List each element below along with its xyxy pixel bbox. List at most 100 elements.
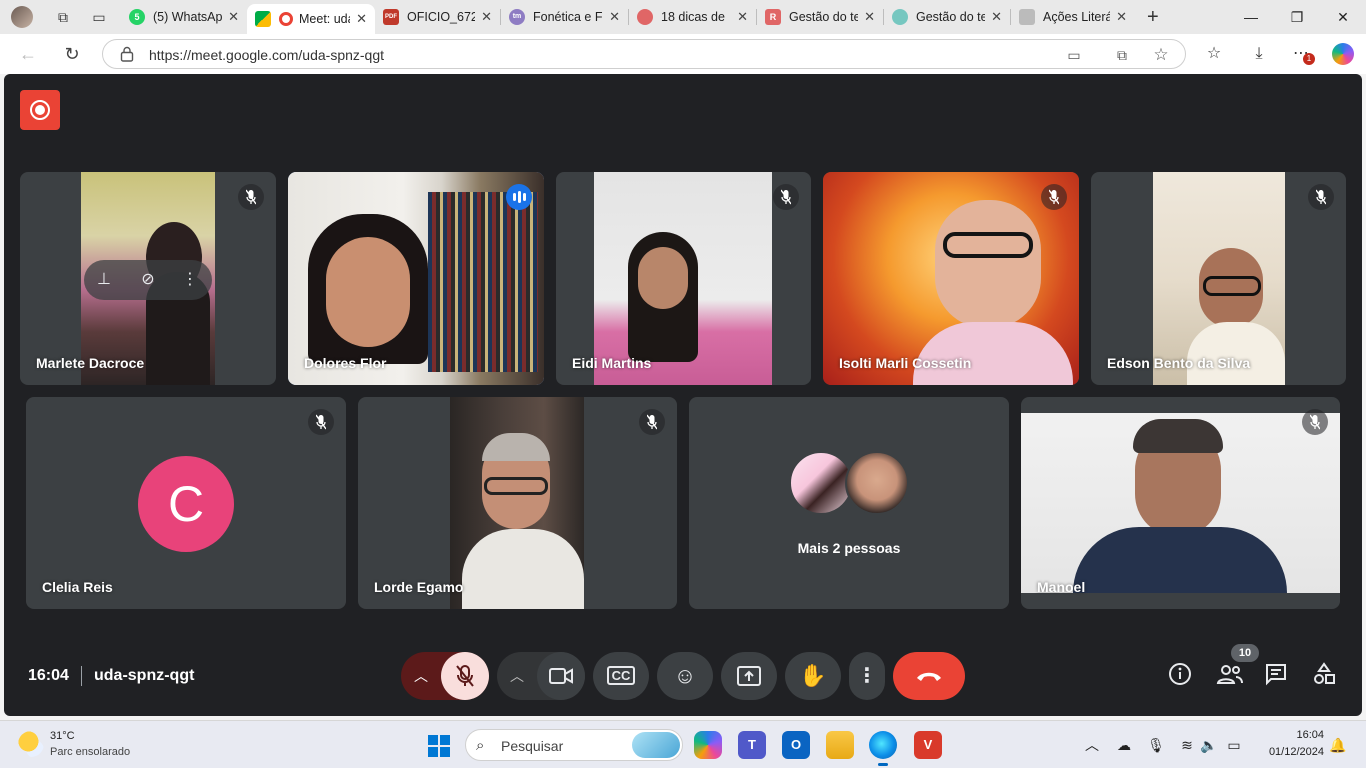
- camera-in-use-icon[interactable]: ▭: [1065, 46, 1083, 64]
- taskbar-search-box[interactable]: ⌕ Pesquisar: [465, 729, 683, 761]
- favorite-star-icon[interactable]: ☆: [1152, 46, 1170, 64]
- tab-fonetica[interactable]: tm Fonética e Fonologia ✕: [501, 0, 628, 34]
- more-options-button[interactable]: ⋮: [849, 652, 885, 700]
- tab-18-dicas[interactable]: 18 dicas de ✕: [629, 0, 756, 34]
- battery-icon[interactable]: ▭: [1224, 735, 1244, 755]
- back-icon[interactable]: ←: [16, 42, 40, 66]
- participant-video: [462, 529, 584, 609]
- activities-shapes-icon: [1314, 662, 1335, 684]
- tile-more-icon[interactable]: ⋮: [178, 268, 202, 292]
- file-explorer-app-icon[interactable]: [826, 731, 854, 759]
- participant-video: [1073, 527, 1287, 593]
- tab-close-icon[interactable]: ✕: [737, 9, 748, 25]
- audio-options-chevron-icon[interactable]: ︿: [401, 652, 441, 700]
- notification-badge: 1: [1303, 53, 1315, 65]
- participant-tile[interactable]: Lorde Egamo: [358, 397, 677, 609]
- copilot-icon[interactable]: [1332, 43, 1354, 65]
- site-dots-icon: [637, 9, 653, 25]
- people-icon: [1216, 665, 1243, 684]
- participant-tile-active-speaker[interactable]: Dolores Flor: [288, 172, 544, 385]
- tab-meet[interactable]: Meet: uda-spnz-qgt ✕: [247, 4, 375, 34]
- close-window-icon[interactable]: ✕: [1320, 0, 1366, 34]
- participant-name: Eidi Martins: [572, 355, 652, 371]
- show-hidden-icons-chevron-icon[interactable]: ︿: [1082, 735, 1102, 755]
- onedrive-cloud-icon[interactable]: ☁: [1114, 735, 1134, 755]
- tab-close-icon[interactable]: ✕: [864, 9, 875, 25]
- app-available-icon[interactable]: ⧉: [1113, 46, 1131, 64]
- volume-icon[interactable]: 🔈: [1199, 735, 1219, 755]
- more-vert-icon: ⋮: [857, 665, 877, 687]
- vertical-tabs-icon[interactable]: ▭: [91, 9, 107, 25]
- mic-toggle-button[interactable]: [441, 652, 489, 700]
- more-participants-tile[interactable]: Mais 2 pessoas: [689, 397, 1009, 609]
- tab-close-icon[interactable]: ✕: [1116, 9, 1127, 25]
- new-tab-icon[interactable]: +: [1147, 6, 1159, 29]
- copilot-app-icon[interactable]: [694, 731, 722, 759]
- mute-participant-icon[interactable]: ⊘: [136, 268, 160, 292]
- workspaces-icon[interactable]: ⧉: [55, 9, 71, 25]
- edge-app-icon[interactable]: [869, 731, 897, 766]
- participant-name: Dolores Flor: [304, 355, 387, 371]
- hang-up-icon: [917, 672, 941, 681]
- mic-off-icon: [246, 189, 256, 205]
- search-highlight-icon: [632, 732, 680, 758]
- taskbar-date[interactable]: 01/12/2024: [1269, 746, 1324, 758]
- vivaldi-app-icon[interactable]: V: [914, 731, 942, 759]
- tab-close-icon[interactable]: ✕: [228, 9, 239, 25]
- participant-tile[interactable]: Manoel: [1021, 397, 1340, 609]
- tab-gestao-1[interactable]: R Gestão do tempo ✕: [757, 0, 883, 34]
- taskbar-time[interactable]: 16:04: [1296, 729, 1324, 741]
- participant-tile[interactable]: Isolti Marli Cossetin: [823, 172, 1079, 385]
- windows-start-icon[interactable]: [428, 735, 450, 757]
- muted-indicator: [308, 409, 334, 435]
- outlook-app-icon[interactable]: O: [782, 731, 810, 759]
- captions-button[interactable]: CC: [593, 652, 649, 700]
- participant-name: Clelia Reis: [42, 579, 113, 595]
- participant-tile[interactable]: C Clelia Reis: [26, 397, 346, 609]
- microphone-icon[interactable]: 🎙: [1146, 735, 1166, 755]
- site-info-icon[interactable]: [120, 46, 134, 62]
- participant-tile[interactable]: Eidi Martins: [556, 172, 811, 385]
- teams-app-icon[interactable]: T: [738, 731, 766, 759]
- meeting-details-button[interactable]: [1168, 662, 1196, 690]
- restore-icon[interactable]: ❐: [1274, 0, 1320, 34]
- tab-label: 18 dicas de: [661, 10, 725, 24]
- participant-tile[interactable]: Edson Bento da Silva: [1091, 172, 1346, 385]
- weather-condition[interactable]: Parc ensolarado: [50, 746, 130, 758]
- pin-icon[interactable]: ⊥: [92, 268, 116, 292]
- reload-icon[interactable]: ↻: [60, 42, 84, 66]
- participant-video: [428, 192, 538, 372]
- tab-close-icon[interactable]: ✕: [356, 11, 367, 27]
- reactions-button[interactable]: ☺: [657, 652, 713, 700]
- meet-logo-icon: [255, 11, 271, 27]
- downloads-icon[interactable]: ⤓: [1248, 43, 1270, 65]
- recording-icon[interactable]: [20, 90, 60, 130]
- tab-close-icon[interactable]: ✕: [991, 9, 1002, 25]
- avatar: C: [138, 456, 234, 552]
- raise-hand-button[interactable]: ✋: [785, 652, 841, 700]
- tab-gestao-2[interactable]: Gestão do tempo ✕: [884, 0, 1010, 34]
- people-button[interactable]: [1216, 662, 1244, 690]
- video-options-chevron-icon[interactable]: ︿: [497, 652, 537, 700]
- minimize-icon[interactable]: —: [1228, 0, 1274, 34]
- profile-avatar[interactable]: [11, 6, 33, 28]
- activities-button[interactable]: [1312, 662, 1340, 690]
- weather-sun-cloud-icon[interactable]: [18, 731, 44, 757]
- wifi-icon[interactable]: ≋: [1177, 735, 1197, 755]
- tab-acoes-literarias[interactable]: Ações Literárias ✕: [1011, 0, 1135, 34]
- leave-call-button[interactable]: [893, 652, 965, 700]
- tab-whatsapp[interactable]: 5 (5) WhatsApp ✕: [121, 0, 247, 34]
- weather-temperature[interactable]: 31°C: [50, 730, 75, 742]
- tab-oficio[interactable]: PDF OFICIO_672 ✕: [375, 0, 500, 34]
- present-screen-button[interactable]: [721, 652, 777, 700]
- mic-off-icon: [781, 189, 791, 205]
- tab-close-icon[interactable]: ✕: [609, 9, 620, 25]
- favorites-icon[interactable]: ☆: [1203, 43, 1225, 65]
- tab-close-icon[interactable]: ✕: [481, 9, 492, 25]
- notifications-bell-icon[interactable]: 🔔: [1328, 735, 1348, 755]
- muted-indicator: [639, 409, 665, 435]
- address-bar[interactable]: https://meet.google.com/uda-spnz-qgt ▭ ⧉…: [102, 39, 1186, 69]
- chat-button[interactable]: [1264, 662, 1292, 690]
- participant-tile[interactable]: ⊥ ⊘ ⋮ Marlete Dacroce: [20, 172, 276, 385]
- camera-toggle-button[interactable]: [537, 652, 585, 700]
